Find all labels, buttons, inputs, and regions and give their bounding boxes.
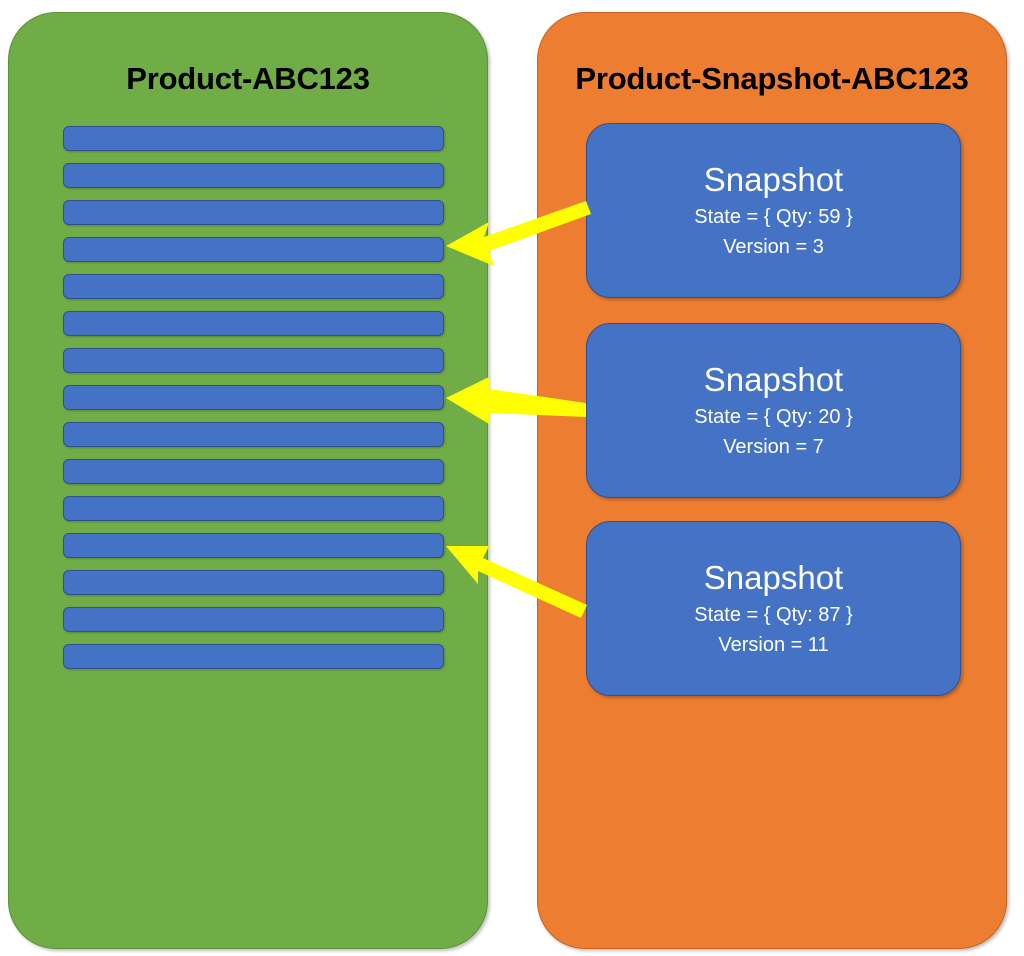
event-list xyxy=(63,126,444,681)
event-bar xyxy=(63,422,444,447)
event-bar xyxy=(63,311,444,336)
event-bar xyxy=(63,533,444,558)
snapshot-heading: Snapshot xyxy=(703,360,844,398)
snapshot-version: Version = 3 xyxy=(723,235,824,258)
event-bar xyxy=(63,385,444,410)
event-bar xyxy=(63,237,444,262)
event-bar xyxy=(63,459,444,484)
event-bar xyxy=(63,348,444,373)
event-bar xyxy=(63,607,444,632)
event-bar xyxy=(63,274,444,299)
panel-snapshot-stream: Product-Snapshot-ABC123 Snapshot State =… xyxy=(537,12,1007,949)
event-bar xyxy=(63,163,444,188)
event-bar xyxy=(63,644,444,669)
snapshot-heading: Snapshot xyxy=(703,160,844,198)
event-bar xyxy=(63,496,444,521)
panel-aggregate-title: Product-ABC123 xyxy=(126,61,370,96)
snapshot-card-1: Snapshot State = { Qty: 59 } Version = 3 xyxy=(586,123,961,298)
snapshot-version: Version = 7 xyxy=(723,435,824,458)
event-bar xyxy=(63,570,444,595)
snapshot-heading: Snapshot xyxy=(703,558,844,596)
snapshot-card-3: Snapshot State = { Qty: 87 } Version = 1… xyxy=(586,521,961,696)
snapshot-state: State = { Qty: 87 } xyxy=(694,603,853,626)
snapshot-state: State = { Qty: 59 } xyxy=(694,205,853,228)
event-bar xyxy=(63,126,444,151)
snapshot-version: Version = 11 xyxy=(718,633,829,656)
snapshot-state: State = { Qty: 20 } xyxy=(694,405,853,428)
diagram-canvas: Product-ABC123 Product-Snapshot-ABC123 S… xyxy=(0,0,1024,956)
panel-aggregate-stream: Product-ABC123 xyxy=(8,12,488,949)
panel-snapshot-title: Product-Snapshot-ABC123 xyxy=(575,61,969,96)
event-bar xyxy=(63,200,444,225)
snapshot-card-2: Snapshot State = { Qty: 20 } Version = 7 xyxy=(586,323,961,498)
